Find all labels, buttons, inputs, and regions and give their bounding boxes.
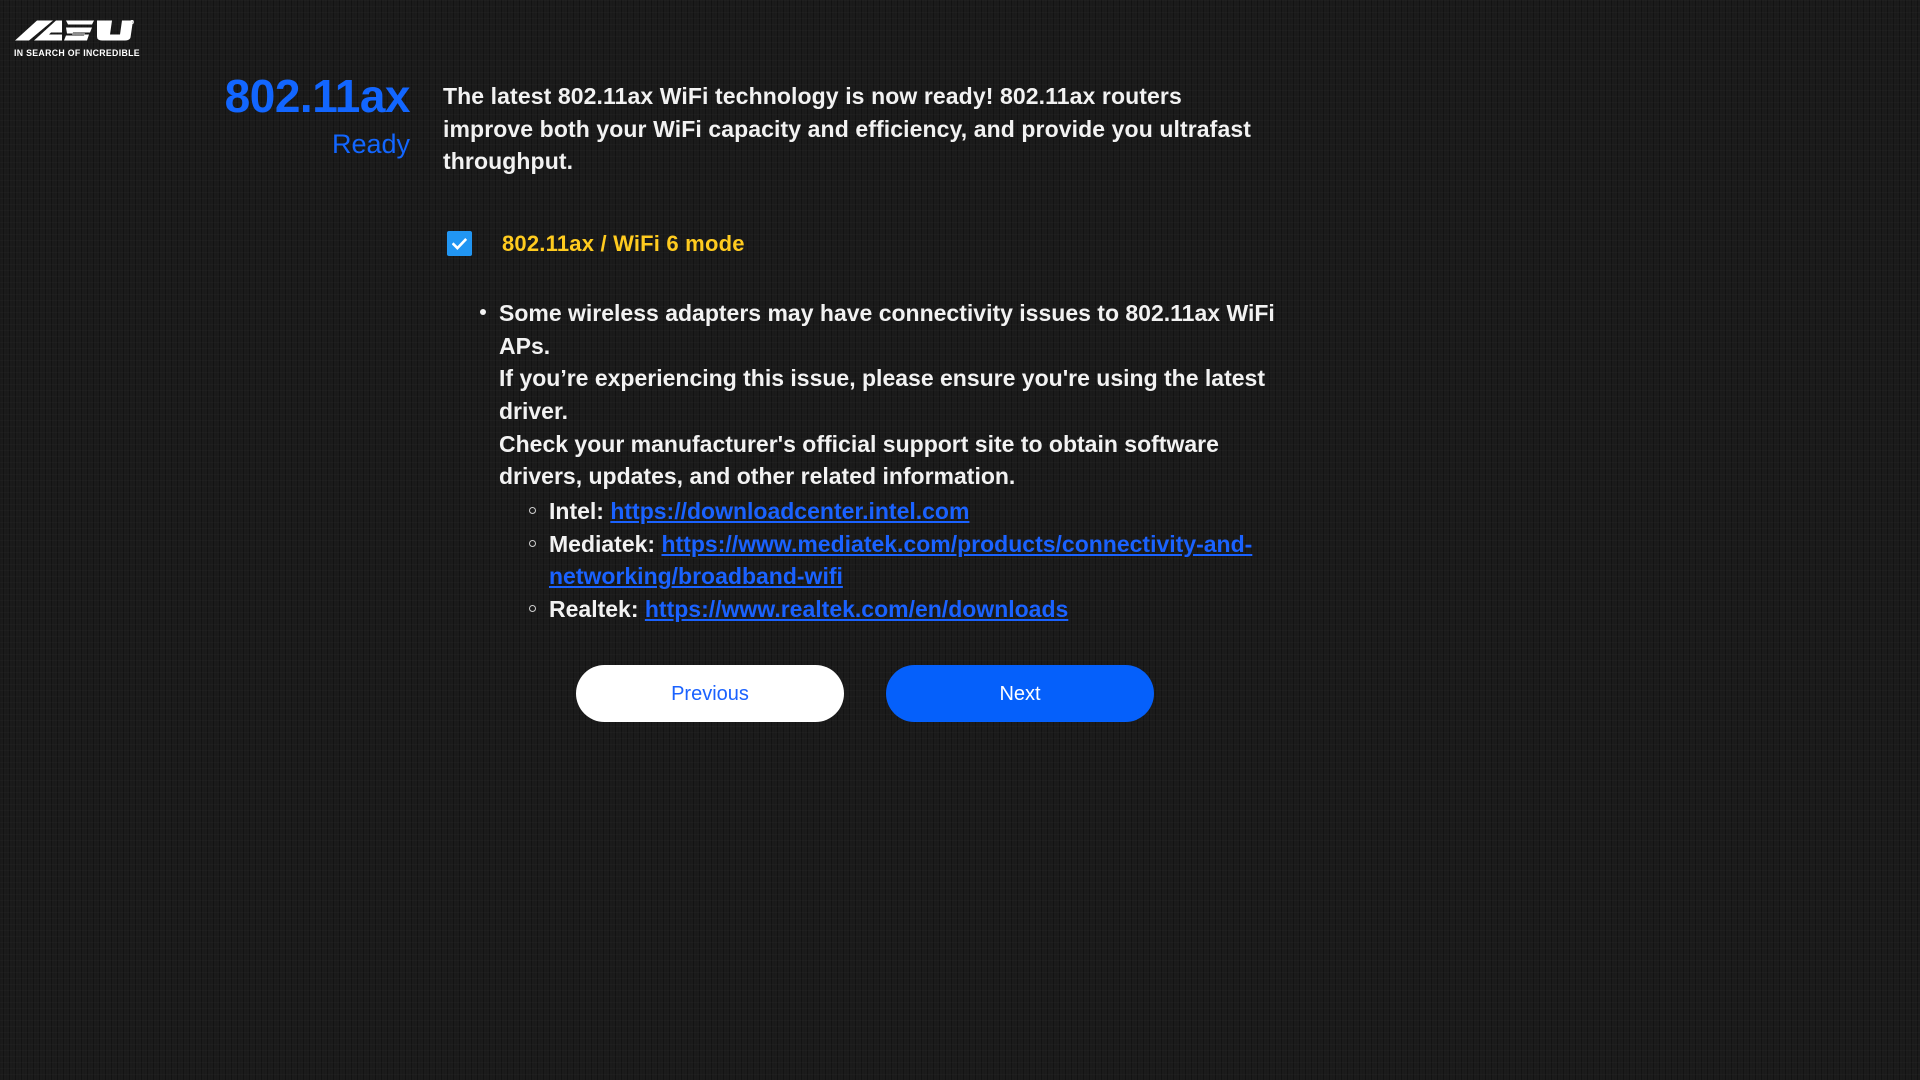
wizard-page: R IN SEARCH OF INCREDIBLE 802.11ax Ready… — [0, 0, 1920, 1080]
note-line-1: Some wireless adapters may have connecti… — [499, 299, 1275, 359]
page-title: 802.11ax — [224, 70, 411, 122]
intro-paragraph: The latest 802.11ax WiFi technology is n… — [443, 83, 1251, 175]
asus-logo: R IN SEARCH OF INCREDIBLE — [14, 17, 140, 59]
content-column: The latest 802.11ax WiFi technology is n… — [443, 80, 1283, 626]
mode-option-row[interactable]: 802.11ax / WiFi 6 mode — [447, 231, 1283, 257]
wifi6-mode-checkbox[interactable] — [447, 231, 472, 257]
vendor-link-list: Intel: https://downloadcenter.intel.com … — [526, 495, 1283, 626]
asus-wordmark-icon: R — [15, 20, 134, 41]
headline-block: 802.11ax Ready — [120, 70, 411, 161]
vendor-link-item: Mediatek: https://www.mediatek.com/produ… — [526, 528, 1283, 593]
notes-list: Some wireless adapters may have connecti… — [477, 297, 1283, 626]
vendor-name-mediatek: Mediatek: — [549, 530, 656, 557]
next-button[interactable]: Next — [886, 665, 1154, 722]
page-status: Ready — [331, 129, 410, 160]
vendor-name-realtek: Realtek: — [549, 595, 639, 622]
vendor-name-intel: Intel: — [549, 497, 604, 524]
check-icon — [452, 238, 467, 250]
previous-button[interactable]: Previous — [576, 665, 844, 722]
asus-tagline: IN SEARCH OF INCREDIBLE — [14, 48, 140, 59]
vendor-url-realtek[interactable]: https://www.realtek.com/en/downloads — [645, 596, 1068, 622]
note-bullet: Some wireless adapters may have connecti… — [477, 297, 1283, 626]
vendor-link-item: Realtek: https://www.realtek.com/en/down… — [526, 593, 1283, 626]
wifi6-mode-label: 802.11ax / WiFi 6 mode — [502, 230, 745, 256]
wizard-navigation: Previous Next — [576, 665, 1154, 722]
vendor-link-item: Intel: https://downloadcenter.intel.com — [526, 495, 1283, 528]
vendor-url-intel[interactable]: https://downloadcenter.intel.com — [610, 498, 969, 524]
vendor-url-mediatek[interactable]: https://www.mediatek.com/products/connec… — [549, 531, 1252, 590]
note-line-3: Check your manufacturer's official suppo… — [499, 430, 1219, 490]
note-line-2: If you’re experiencing this issue, pleas… — [499, 365, 1265, 424]
